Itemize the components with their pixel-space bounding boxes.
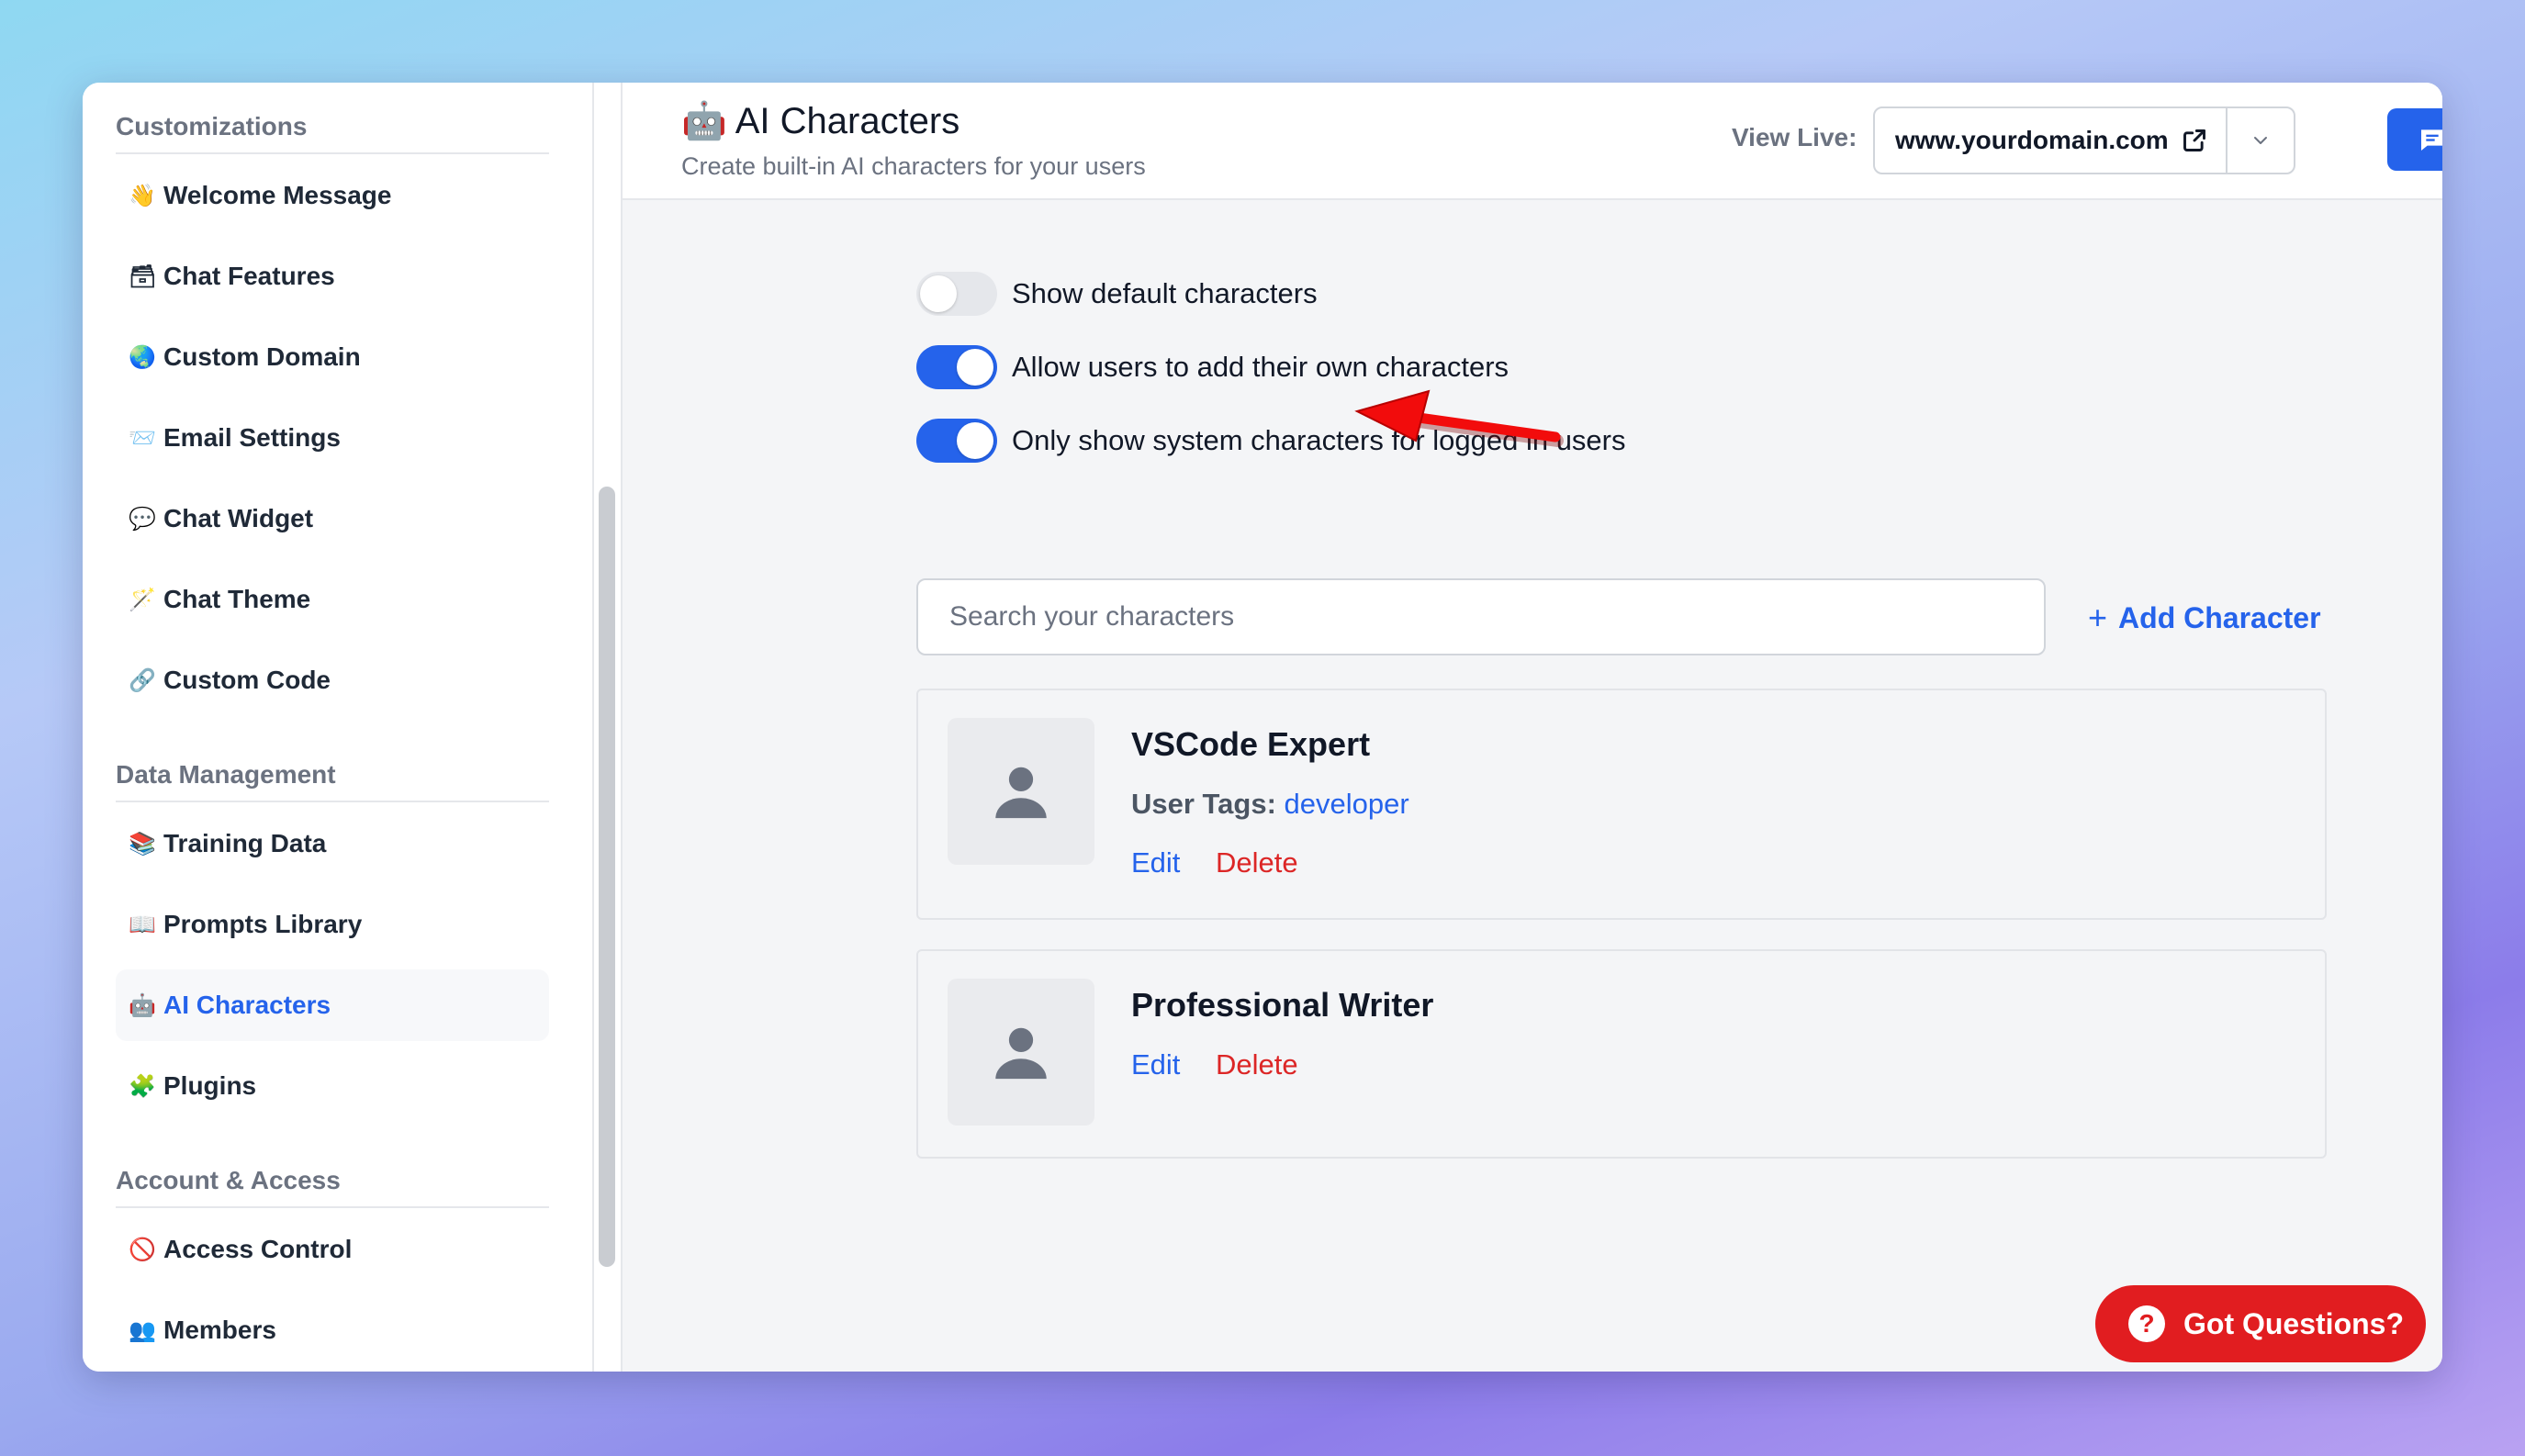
no-entry-icon: 🚫 xyxy=(129,1237,156,1262)
main-content: 🤖 AI Characters Create built-in AI chara… xyxy=(623,83,2442,1372)
envelope-icon: 📨 xyxy=(129,425,156,451)
toggle-label: Allow users to add their own characters xyxy=(1012,351,1509,383)
page-subtitle: Create built-in AI characters for your u… xyxy=(681,152,1146,180)
toggle-knob xyxy=(957,422,993,459)
add-character-label: Add Character xyxy=(2118,600,2321,634)
sidebar-item-email-settings[interactable]: 📨 Email Settings xyxy=(116,402,549,474)
question-icon: ? xyxy=(2128,1305,2165,1342)
sidebar-item-prompts-library[interactable]: 📖 Prompts Library xyxy=(116,889,549,960)
chevron-down-icon xyxy=(2254,137,2267,144)
user-icon xyxy=(995,767,1047,819)
search-box xyxy=(916,578,2046,655)
globe-icon: 🌏 xyxy=(129,344,156,370)
system-characters-logged-in-toggle[interactable] xyxy=(916,419,997,463)
sidebar-item-label: Welcome Message xyxy=(163,181,392,209)
domain-dropdown-button[interactable] xyxy=(2228,108,2293,173)
sidebar-item-label: Custom Domain xyxy=(163,342,361,371)
sidebar-item-label: Chat Theme xyxy=(163,585,311,613)
link-icon: 🔗 xyxy=(129,667,156,693)
sidebar-heading: Customizations xyxy=(116,112,549,154)
tag-link[interactable]: developer xyxy=(1285,788,1409,820)
open-chat-button[interactable] xyxy=(2387,108,2442,171)
got-questions-button[interactable]: ? Got Questions? xyxy=(2095,1285,2426,1362)
external-link-icon[interactable] xyxy=(2182,128,2207,153)
tags-label: User Tags: xyxy=(1131,788,1276,820)
sidebar-heading: Account & Access xyxy=(116,1166,549,1208)
sidebar-item-label: AI Characters xyxy=(163,991,331,1019)
character-name: Professional Writer xyxy=(1131,986,1434,1024)
toggle-knob xyxy=(920,275,957,312)
page-title: 🤖 AI Characters xyxy=(681,99,960,142)
sidebar-item-chat-widget[interactable]: 💬 Chat Widget xyxy=(116,483,549,554)
robot-icon: 🤖 xyxy=(129,992,156,1018)
toggle-label: Show default characters xyxy=(1012,277,1318,309)
sidebar-item-label: Plugins xyxy=(163,1071,257,1100)
delete-button[interactable]: Delete xyxy=(1216,846,1298,879)
sidebar-item-label: Members xyxy=(163,1316,276,1344)
edit-button[interactable]: Edit xyxy=(1131,846,1180,879)
toggle-row-show-default: Show default characters xyxy=(916,257,1626,330)
magic-wand-icon: 🪄 xyxy=(129,587,156,612)
sidebar-item-chat-theme[interactable]: 🪄 Chat Theme xyxy=(116,564,549,635)
sidebar-item-chat-features[interactable]: 🗃 Chat Features xyxy=(116,241,549,312)
character-card: Professional Writer Edit Delete xyxy=(916,949,2327,1159)
avatar xyxy=(948,718,1094,865)
character-actions: Edit Delete xyxy=(1131,846,1298,879)
delete-button[interactable]: Delete xyxy=(1216,1048,1298,1081)
edit-button[interactable]: Edit xyxy=(1131,1048,1180,1081)
wave-icon: 👋 xyxy=(129,183,156,208)
character-actions: Edit Delete xyxy=(1131,1048,1298,1081)
sidebar-section-account-access: Account & Access 🚫 Access Control 👥 Memb… xyxy=(116,1166,549,1366)
sidebar-section-data-management: Data Management 📚 Training Data 📖 Prompt… xyxy=(116,760,549,1122)
plus-icon: + xyxy=(2088,599,2108,636)
show-default-characters-toggle[interactable] xyxy=(916,272,997,316)
sidebar-item-label: Custom Code xyxy=(163,666,331,694)
sidebar-item-welcome-message[interactable]: 👋 Welcome Message xyxy=(116,160,549,231)
character-name: VSCode Expert xyxy=(1131,725,1371,763)
sidebar-item-label: Training Data xyxy=(163,829,327,857)
sidebar: Customizations 👋 Welcome Message 🗃 Chat … xyxy=(83,83,594,1372)
books-icon: 📚 xyxy=(129,831,156,857)
toggle-knob xyxy=(957,349,993,386)
sidebar-section-customizations: Customizations 👋 Welcome Message 🗃 Chat … xyxy=(116,112,549,716)
card-box-icon: 🗃 xyxy=(129,263,157,289)
message-icon xyxy=(2421,129,2442,151)
sidebar-item-ai-characters[interactable]: 🤖 AI Characters xyxy=(116,969,549,1041)
sidebar-item-training-data[interactable]: 📚 Training Data xyxy=(116,808,549,879)
search-input[interactable] xyxy=(948,600,2007,633)
robot-icon: 🤖 xyxy=(681,101,727,141)
sidebar-scrollbar[interactable] xyxy=(599,487,615,1267)
sidebar-item-custom-code[interactable]: 🔗 Custom Code xyxy=(116,644,549,716)
allow-users-characters-toggle[interactable] xyxy=(916,345,997,389)
got-questions-label: Got Questions? xyxy=(2183,1306,2404,1340)
sidebar-item-label: Chat Widget xyxy=(163,504,314,532)
sidebar-item-custom-domain[interactable]: 🌏 Custom Domain xyxy=(116,321,549,393)
sidebar-heading: Data Management xyxy=(116,760,549,802)
page-title-text: AI Characters xyxy=(735,101,960,141)
add-character-button[interactable]: + Add Character xyxy=(2088,599,2321,637)
open-book-icon: 📖 xyxy=(129,912,156,937)
character-card: VSCode Expert User Tags: developer Edit … xyxy=(916,689,2327,920)
sidebar-item-plugins[interactable]: 🧩 Plugins xyxy=(116,1050,549,1122)
app-window: Customizations 👋 Welcome Message 🗃 Chat … xyxy=(83,83,2442,1372)
character-tags: User Tags: developer xyxy=(1131,788,1409,821)
people-icon: 👥 xyxy=(129,1317,156,1343)
speech-bubble-icon: 💬 xyxy=(129,506,156,532)
divider xyxy=(2226,108,2228,173)
user-icon xyxy=(995,1027,1047,1080)
domain-selector: www.yourdomain.com xyxy=(1873,106,2295,174)
sidebar-item-label: Access Control xyxy=(163,1235,353,1263)
sidebar-item-access-control[interactable]: 🚫 Access Control xyxy=(116,1214,549,1285)
sidebar-item-members[interactable]: 👥 Members xyxy=(116,1294,549,1366)
puzzle-icon: 🧩 xyxy=(129,1073,156,1099)
header: 🤖 AI Characters Create built-in AI chara… xyxy=(623,83,2442,200)
view-live-label: View Live: xyxy=(1732,123,1857,151)
domain-link[interactable]: www.yourdomain.com xyxy=(1895,126,2169,155)
sidebar-item-label: Prompts Library xyxy=(163,910,363,938)
avatar xyxy=(948,979,1094,1126)
sidebar-item-label: Chat Features xyxy=(163,262,335,290)
sidebar-item-label: Email Settings xyxy=(163,423,341,452)
red-arrow-annotation xyxy=(1354,389,1564,447)
